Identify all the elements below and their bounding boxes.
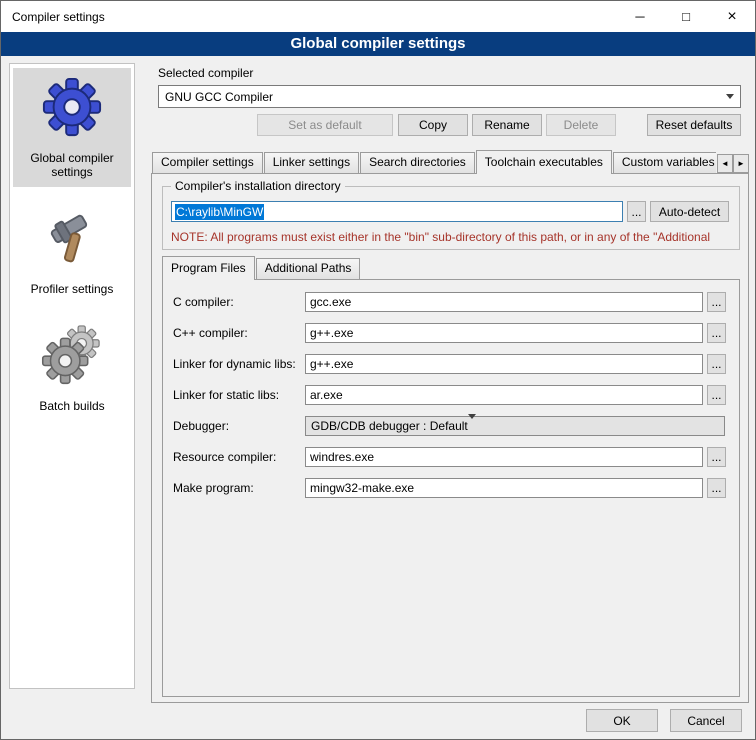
debugger-value: GDB/CDB debugger : Default xyxy=(311,419,468,433)
delete-button[interactable]: Delete xyxy=(546,114,616,136)
installation-directory-group-title: Compiler's installation directory xyxy=(171,179,345,193)
titlebar: Compiler settings ─ □ × xyxy=(1,1,755,32)
close-icon: × xyxy=(727,9,736,25)
blue-gear-icon xyxy=(41,76,103,138)
tab-additional-paths[interactable]: Additional Paths xyxy=(256,258,361,279)
sidebar-item-profiler-settings[interactable]: Profiler settings xyxy=(13,199,131,304)
installation-directory-input[interactable]: C:\raylib\MinGW xyxy=(171,201,623,222)
debugger-label: Debugger: xyxy=(173,416,229,436)
cpp-compiler-browse-button[interactable]: ... xyxy=(707,323,726,343)
ok-button[interactable]: OK xyxy=(586,709,658,732)
toolchain-executables-panel: Compiler's installation directory C:\ray… xyxy=(151,173,749,703)
compiler-settings-dialog: Compiler settings ─ □ × Global compiler … xyxy=(0,0,756,740)
field-row-c-compiler: C compiler: ... xyxy=(163,292,739,312)
field-row-make-program: Make program: ... xyxy=(163,478,739,498)
linker-dynamic-input[interactable] xyxy=(305,354,703,374)
selected-compiler-dropdown[interactable]: GNU GCC Compiler xyxy=(158,85,741,108)
window-title: Compiler settings xyxy=(1,10,105,24)
linker-static-label: Linker for static libs: xyxy=(173,385,279,405)
tab-compiler-settings[interactable]: Compiler settings xyxy=(152,152,263,173)
tab-scroll-right-button[interactable]: ► xyxy=(733,154,749,173)
resource-compiler-input[interactable] xyxy=(305,447,703,467)
reset-defaults-button[interactable]: Reset defaults xyxy=(647,114,741,136)
c-compiler-browse-button[interactable]: ... xyxy=(707,292,726,312)
gray-gears-icon xyxy=(41,324,103,386)
installation-directory-browse-button[interactable]: ... xyxy=(627,201,646,222)
resource-compiler-label: Resource compiler: xyxy=(173,447,276,467)
tab-search-directories[interactable]: Search directories xyxy=(360,152,475,173)
settings-category-list: Global compiler settings Profiler settin… xyxy=(9,63,135,689)
maximize-icon: □ xyxy=(682,10,690,23)
cpp-compiler-label: C++ compiler: xyxy=(173,323,248,343)
minimize-icon: ─ xyxy=(635,10,644,23)
linker-static-input[interactable] xyxy=(305,385,703,405)
sidebar-item-label: Profiler settings xyxy=(31,282,114,296)
bin-subdirectory-note: NOTE: All programs must exist either in … xyxy=(171,230,737,244)
linker-dynamic-label: Linker for dynamic libs: xyxy=(173,354,296,374)
tab-linker-settings[interactable]: Linker settings xyxy=(264,152,359,173)
copy-button[interactable]: Copy xyxy=(398,114,468,136)
c-compiler-label: C compiler: xyxy=(173,292,234,312)
tab-custom-variables[interactable]: Custom variables xyxy=(613,152,716,173)
c-compiler-input[interactable] xyxy=(305,292,703,312)
resource-compiler-browse-button[interactable]: ... xyxy=(707,447,726,467)
maximize-button[interactable]: □ xyxy=(663,1,709,32)
field-row-debugger: Debugger: GDB/CDB debugger : Default xyxy=(163,416,739,436)
program-files-tabs: Program Files Additional Paths xyxy=(162,257,562,280)
profiler-tool-icon xyxy=(41,207,103,269)
selected-compiler-label: Selected compiler xyxy=(158,66,253,80)
sidebar-item-global-compiler-settings[interactable]: Global compiler settings xyxy=(13,68,131,187)
debugger-select[interactable]: GDB/CDB debugger : Default xyxy=(305,416,725,436)
make-program-browse-button[interactable]: ... xyxy=(707,478,726,498)
make-program-input[interactable] xyxy=(305,478,703,498)
field-row-resource-compiler: Resource compiler: ... xyxy=(163,447,739,467)
rename-button[interactable]: Rename xyxy=(472,114,542,136)
field-row-linker-static: Linker for static libs: ... xyxy=(163,385,739,405)
set-as-default-button[interactable]: Set as default xyxy=(257,114,393,136)
compiler-settings-tabs: Compiler settings Linker settings Search… xyxy=(152,150,716,174)
window-controls: ─ □ × xyxy=(617,1,755,32)
sidebar-item-batch-builds[interactable]: Batch builds xyxy=(13,316,131,421)
minimize-button[interactable]: ─ xyxy=(617,1,663,32)
field-row-cpp-compiler: C++ compiler: ... xyxy=(163,323,739,343)
sidebar-item-label: Batch builds xyxy=(39,399,104,413)
selected-compiler-value: GNU GCC Compiler xyxy=(165,90,273,104)
tab-toolchain-executables[interactable]: Toolchain executables xyxy=(476,150,612,174)
tab-program-files[interactable]: Program Files xyxy=(162,256,255,280)
linker-dynamic-browse-button[interactable]: ... xyxy=(707,354,726,374)
field-row-linker-dynamic: Linker for dynamic libs: ... xyxy=(163,354,739,374)
close-button[interactable]: × xyxy=(709,1,755,32)
linker-static-browse-button[interactable]: ... xyxy=(707,385,726,405)
chevron-down-icon xyxy=(725,92,735,102)
program-files-panel: C compiler: ... C++ compiler: ... Linker… xyxy=(162,279,740,697)
installation-directory-group: Compiler's installation directory C:\ray… xyxy=(162,186,740,250)
page-title: Global compiler settings xyxy=(1,32,755,56)
chevron-down-icon xyxy=(468,419,476,433)
installation-directory-value: C:\raylib\MinGW xyxy=(175,204,264,220)
auto-detect-button[interactable]: Auto-detect xyxy=(650,201,729,222)
cancel-button[interactable]: Cancel xyxy=(670,709,742,732)
cpp-compiler-input[interactable] xyxy=(305,323,703,343)
tab-scroll-left-button[interactable]: ◄ xyxy=(717,154,733,173)
make-program-label: Make program: xyxy=(173,478,254,498)
sidebar-item-label: Global compiler settings xyxy=(15,151,129,179)
